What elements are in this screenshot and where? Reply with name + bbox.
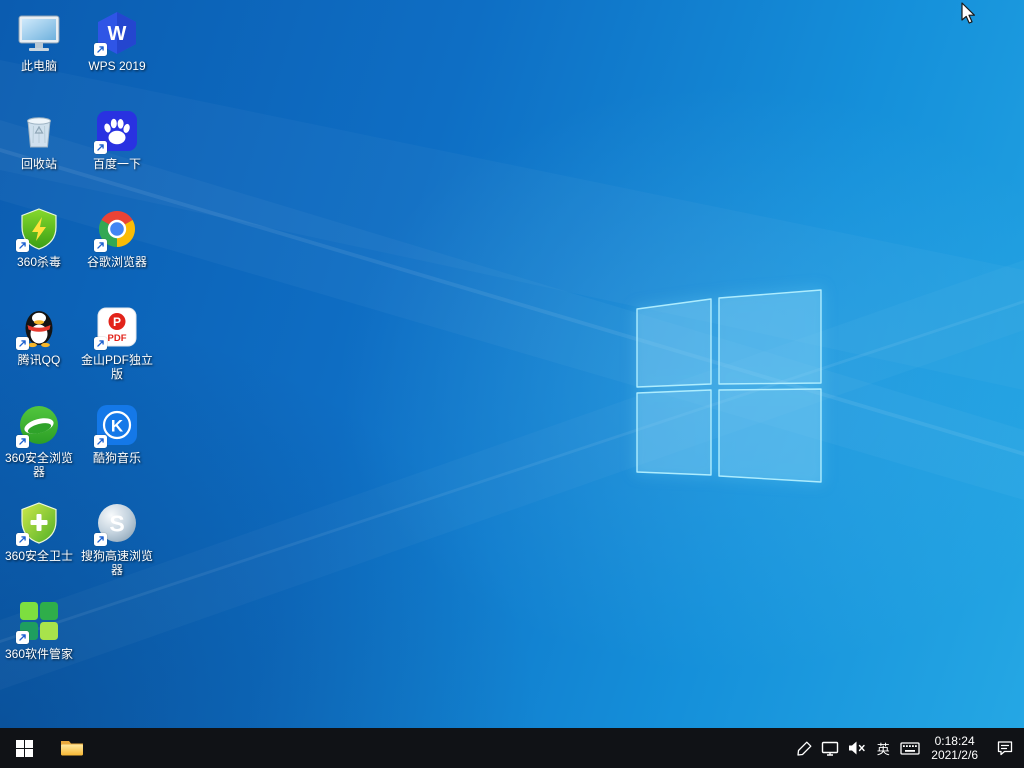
windows-start-icon [16,740,33,757]
desktop-icon-label: 酷狗音乐 [93,451,141,465]
clock-time: 0:18:24 [935,734,975,748]
desktop-icon-label: 腾讯QQ [18,353,61,367]
action-center-icon[interactable] [986,728,1024,768]
desktop-icon-label: 360软件管家 [5,647,73,661]
pdf-logo-text: PDF [108,333,127,344]
sogou-logo-letter: S [109,511,124,537]
ime-language-indicator[interactable]: 英 [869,728,897,768]
windows-ink-pen-icon[interactable] [791,728,817,768]
qq-penguin-icon [16,304,62,350]
desktop-wallpaper[interactable]: 此电脑 W WPS 2019 回收站 [0,0,1024,728]
desktop-icon-label: 谷歌浏览器 [87,255,147,269]
folder-icon [59,735,85,761]
desktop-icon-label: 回收站 [21,157,57,171]
kugou-icon: K [94,402,140,448]
network-icon[interactable] [817,728,843,768]
desktop-icon-this-pc[interactable]: 此电脑 [0,10,78,73]
volume-muted-icon[interactable] [843,728,869,768]
file-explorer-button[interactable] [48,728,96,768]
sogou-sphere-icon: S [94,500,140,546]
shortcut-arrow-icon [16,631,29,644]
shield-lightning-icon [16,206,62,252]
desktop-icon-label: 360安全卫士 [5,549,73,563]
desktop-icon-360-safe-guard[interactable]: 360安全卫士 [0,500,78,563]
shortcut-arrow-icon [94,533,107,546]
shortcut-arrow-icon [94,239,107,252]
shortcut-arrow-icon [94,141,107,154]
pdf-logo-letter: P [113,315,121,329]
shortcut-arrow-icon [16,239,29,252]
desktop-icon-360-secure-browser[interactable]: 360安全浏览器 [0,402,78,479]
clock-date: 2021/2/6 [931,748,978,762]
desktop-icon-kingsoft-pdf[interactable]: P PDF 金山PDF独立版 [78,304,156,381]
windows-logo-wallpaper [628,282,828,490]
shortcut-arrow-icon [94,435,107,448]
desktop-icon-360-antivirus[interactable]: 360杀毒 [0,206,78,269]
desktop-icon-label: 此电脑 [21,59,57,73]
desktop-icon-kugou-music[interactable]: K 酷狗音乐 [78,402,156,465]
desktop-icon-tencent-qq[interactable]: 腾讯QQ [0,304,78,367]
taskbar-clock[interactable]: 0:18:24 2021/2/6 [923,728,986,768]
green-globe-icon [16,402,62,448]
kugou-logo-letter: K [111,417,124,436]
chrome-icon [94,206,140,252]
desktop-icon-label: 金山PDF独立版 [79,353,155,381]
desktop-icon-label: WPS 2019 [88,59,145,73]
wps-logo-letter: W [108,23,127,45]
green-tiles-icon [16,598,62,644]
desktop-icon-baidu-search[interactable]: 百度一下 [78,108,156,171]
taskbar: 英 0:18:24 2021/2/6 [0,728,1024,768]
baidu-paw-icon [94,108,140,154]
desktop-icon-label: 360安全浏览器 [1,451,77,479]
shortcut-arrow-icon [16,337,29,350]
desktop-icon-sogou-browser[interactable]: S 搜狗高速浏览器 [78,500,156,577]
mouse-cursor [961,2,979,31]
shortcut-arrow-icon [16,435,29,448]
shortcut-arrow-icon [94,43,107,56]
desktop-icon-label: 百度一下 [93,157,141,171]
this-pc-icon [16,10,62,56]
shortcut-arrow-icon [16,533,29,546]
shortcut-arrow-icon [94,337,107,350]
desktop-icon-label: 360杀毒 [17,255,61,269]
touch-keyboard-icon[interactable] [897,728,923,768]
desktop-icon-360-software-manager[interactable]: 360软件管家 [0,598,78,661]
desktop-icon-google-chrome[interactable]: 谷歌浏览器 [78,206,156,269]
recycle-bin-icon [16,108,62,154]
wps-2019-icon: W [94,10,140,56]
start-button[interactable] [0,728,48,768]
pdf-icon: P PDF [94,304,140,350]
desktop-icon-label: 搜狗高速浏览器 [79,549,155,577]
desktop-icon-recycle-bin[interactable]: 回收站 [0,108,78,171]
shield-plus-icon [16,500,62,546]
desktop-icon-wps-2019[interactable]: W WPS 2019 [78,10,156,73]
